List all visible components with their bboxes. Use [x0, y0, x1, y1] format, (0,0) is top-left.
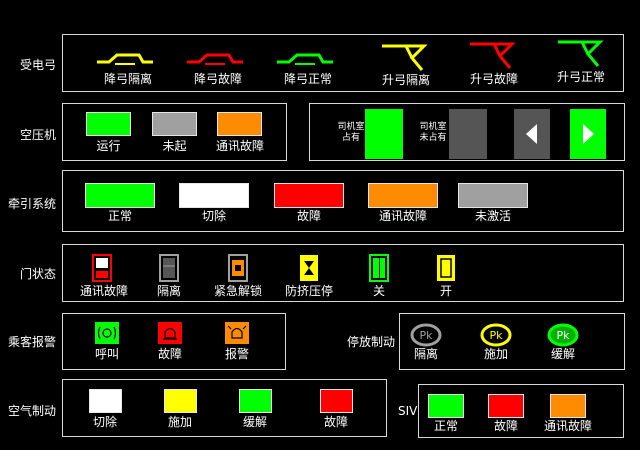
passenger-alarm-title: 乘客报警	[8, 335, 57, 349]
door-label: 隔离	[156, 284, 181, 298]
cab-occupied-indicator	[365, 109, 403, 159]
siv-normal-swatch	[428, 394, 464, 418]
pantograph-lowered-icon	[277, 53, 333, 65]
alarm-fault-icon	[158, 322, 182, 344]
door-label: 防挤压停	[284, 284, 333, 298]
parking-brake-label: 缓解	[550, 347, 575, 361]
cab-unoccupied-indicator	[449, 109, 487, 159]
pantograph-label: 升弓故障	[469, 72, 518, 86]
siv-label: 故障	[493, 419, 518, 433]
door-comm-fault-icon	[92, 254, 112, 282]
alarm-alert-icon	[225, 322, 249, 344]
compressor-label: 运行	[96, 139, 121, 153]
door-anti-pinch-icon	[300, 255, 318, 281]
cab-right-button[interactable]	[570, 109, 606, 159]
pantograph-label: 降弓正常	[283, 72, 332, 86]
pantograph-lowered-icon	[187, 53, 243, 65]
door-title: 门状态	[20, 267, 57, 281]
pk-symbol: Pk	[489, 329, 503, 342]
alarm-label: 故障	[157, 347, 182, 361]
parking-brake-label: 隔离	[413, 347, 438, 361]
traction-label: 未激活	[474, 209, 511, 223]
door-emergency-unlock-icon	[228, 254, 248, 282]
traction-normal-swatch	[85, 183, 155, 208]
pk-symbol: Pk	[556, 329, 570, 342]
compressor-comm-fault-swatch	[217, 112, 262, 136]
air-brake-applied-swatch	[164, 389, 197, 413]
pk-released-icon: Pk	[547, 323, 579, 347]
traction-title: 牵引系统	[8, 197, 57, 211]
pantograph-label: 降弓隔离	[103, 72, 152, 86]
air-brake-title: 空气制动	[8, 404, 57, 418]
cab-left-button[interactable]	[514, 109, 550, 159]
alarm-label: 呼叫	[94, 347, 119, 361]
triangle-right-icon	[583, 124, 594, 144]
pantograph-lowered-icon	[97, 53, 153, 65]
door-label: 关	[372, 284, 385, 298]
traction-fault-swatch	[274, 183, 344, 208]
air-brake-label: 切除	[92, 415, 117, 429]
door-label: 通讯故障	[79, 284, 128, 298]
pantograph-title: 受电弓	[20, 58, 57, 72]
traction-inactive-swatch	[458, 183, 528, 208]
compressor-not-started-swatch	[152, 112, 197, 136]
pk-symbol: Pk	[419, 329, 433, 342]
door-open-icon	[437, 255, 455, 281]
parking-brake-title: 停放制动	[347, 335, 396, 349]
triangle-left-icon	[526, 124, 537, 144]
siv-label: 通讯故障	[543, 419, 592, 433]
siv-title: SIV	[398, 404, 418, 418]
cab-unoccupied-label: 司机室 未占有	[419, 122, 447, 143]
air-brake-cutout-swatch	[89, 389, 122, 413]
air-brake-label: 缓解	[242, 415, 267, 429]
traction-label: 通讯故障	[378, 209, 427, 223]
alarm-call-icon	[95, 322, 119, 344]
alarm-label: 报警	[224, 347, 249, 361]
parking-brake-label: 施加	[483, 347, 508, 361]
traction-label: 切除	[201, 209, 226, 223]
door-label: 开	[439, 284, 452, 298]
pantograph-label: 升弓正常	[556, 70, 605, 84]
siv-comm-fault-swatch	[550, 394, 586, 418]
traction-comm-fault-swatch	[368, 183, 438, 208]
pk-isolated-icon: Pk	[410, 323, 442, 347]
traction-label: 正常	[107, 209, 132, 223]
door-isolated-icon	[159, 254, 179, 282]
compressor-label: 通讯故障	[215, 139, 264, 153]
traction-cutout-swatch	[179, 183, 249, 208]
air-brake-label: 施加	[167, 415, 192, 429]
pantograph-raised-icon	[558, 40, 604, 67]
pantograph-raised-icon	[470, 42, 516, 69]
air-brake-fault-swatch	[320, 389, 353, 413]
door-label: 紧急解锁	[213, 284, 262, 298]
door-closed-icon	[369, 254, 389, 282]
compressor-running-swatch	[86, 112, 131, 136]
siv-fault-swatch	[488, 394, 524, 418]
compressor-title: 空压机	[20, 128, 57, 142]
air-brake-label: 故障	[323, 415, 348, 429]
pantograph-label: 降弓故障	[193, 72, 242, 86]
compressor-label: 未起	[162, 139, 187, 153]
traction-label: 故障	[296, 209, 321, 223]
pantograph-label: 升弓隔离	[381, 73, 430, 87]
pantograph-raised-icon	[382, 44, 428, 71]
air-brake-released-swatch	[239, 389, 272, 413]
pk-applied-icon: Pk	[480, 323, 512, 347]
siv-label: 正常	[433, 419, 458, 433]
